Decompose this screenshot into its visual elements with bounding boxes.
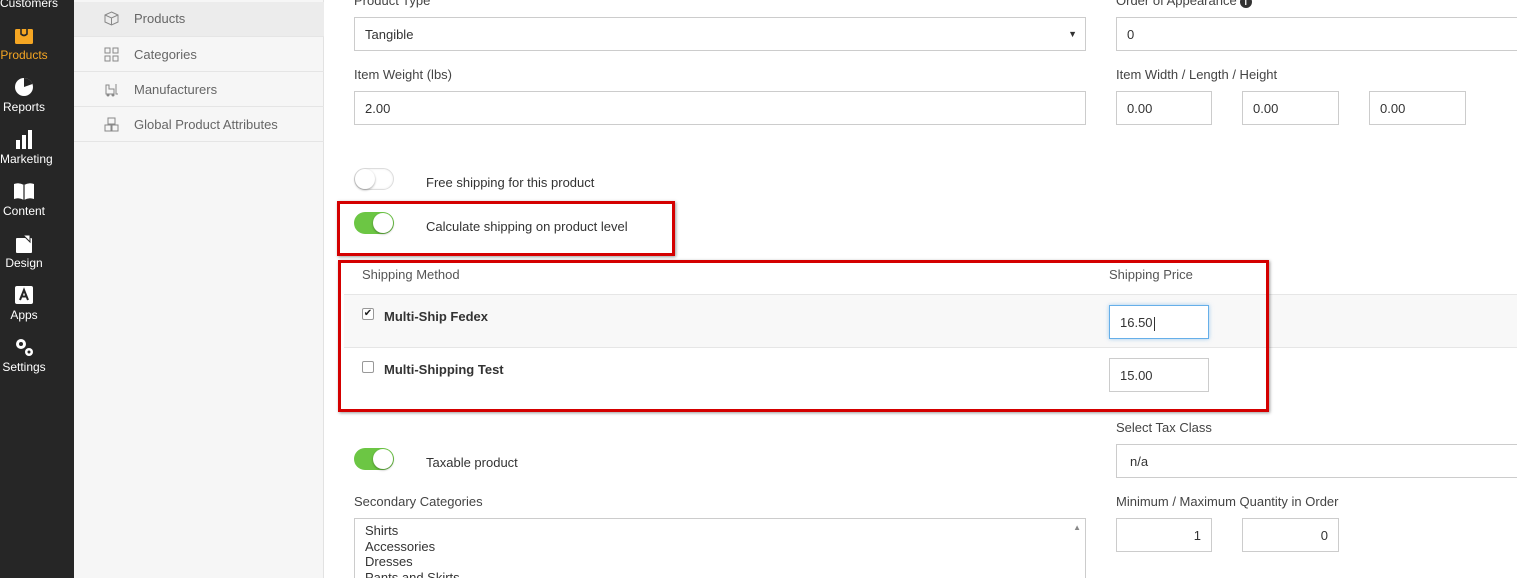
chevron-down-icon: ▼ xyxy=(1068,29,1077,39)
marketing-icon xyxy=(16,130,32,149)
submenu-item-label: Manufacturers xyxy=(134,82,218,97)
order-of-appearance-label: Order of Appearance i xyxy=(1116,0,1252,8)
products-submenu: Products Categories Manufacturers Global… xyxy=(74,0,324,578)
tax-class-select[interactable]: n/a xyxy=(1116,444,1517,478)
item-height-input[interactable]: 0.00 xyxy=(1369,91,1466,125)
info-icon[interactable]: i xyxy=(1239,0,1252,8)
products-icon xyxy=(15,29,33,44)
order-of-appearance-value: 0 xyxy=(1127,27,1135,42)
highlight-calc-shipping xyxy=(337,201,675,256)
item-length-input[interactable]: 0.00 xyxy=(1242,91,1339,125)
design-icon xyxy=(16,234,32,253)
toggle-knob xyxy=(373,449,393,469)
submenu-item-manufacturers[interactable]: Manufacturers xyxy=(74,72,324,107)
item-weight-label: Item Weight (lbs) xyxy=(354,67,453,82)
max-qty-input[interactable]: 0 xyxy=(1242,518,1339,552)
secondary-categories-listbox[interactable]: Shirts Accessories Dresses Pants and Ski… xyxy=(354,518,1086,578)
content-icon xyxy=(14,183,34,200)
main-nav: Customers Products Reports Marketing Con… xyxy=(0,0,74,578)
submenu-item-categories[interactable]: Categories xyxy=(74,37,324,72)
nav-item-label: Customers xyxy=(0,0,59,10)
taxable-label: Taxable product xyxy=(426,455,518,470)
nav-item-settings[interactable]: Settings xyxy=(0,336,48,374)
free-shipping-label: Free shipping for this product xyxy=(426,175,595,190)
list-item[interactable]: Accessories xyxy=(355,539,1085,555)
product-type-label: Product Type xyxy=(354,0,431,8)
min-max-qty-label: Minimum / Maximum Quantity in Order xyxy=(1116,494,1339,509)
nav-item-label: Settings xyxy=(2,360,46,374)
tax-class-value: n/a xyxy=(1130,454,1149,469)
apps-icon xyxy=(15,286,33,304)
nav-item-content[interactable]: Content xyxy=(0,180,48,218)
tax-class-label: Select Tax Class xyxy=(1116,420,1212,435)
nav-item-label: Design xyxy=(5,256,43,270)
submenu-item-global-attributes[interactable]: Global Product Attributes xyxy=(74,107,324,142)
nav-item-label: Apps xyxy=(10,308,38,322)
item-height-value: 0.00 xyxy=(1380,101,1406,116)
taxable-toggle[interactable] xyxy=(354,448,394,470)
nav-item-design[interactable]: Design xyxy=(0,232,48,270)
nav-item-label: Reports xyxy=(2,100,46,114)
item-length-value: 0.00 xyxy=(1253,101,1279,116)
list-item[interactable]: Shirts xyxy=(355,523,1085,539)
item-width-input[interactable]: 0.00 xyxy=(1116,91,1212,125)
order-of-appearance-input[interactable]: 0 xyxy=(1116,17,1517,51)
reports-icon xyxy=(15,77,33,96)
forklift-icon xyxy=(105,84,118,97)
nav-item-label: Marketing xyxy=(0,152,53,166)
secondary-categories-label: Secondary Categories xyxy=(354,494,483,509)
order-of-appearance-text: Order of Appearance xyxy=(1116,0,1237,8)
nav-item-customers[interactable]: Customers xyxy=(0,0,59,10)
item-width-value: 0.00 xyxy=(1127,101,1153,116)
list-item[interactable]: Pants and Skirts xyxy=(355,570,1085,578)
submenu-item-label: Products xyxy=(134,11,186,26)
max-qty-value: 0 xyxy=(1320,528,1328,543)
grid-icon xyxy=(104,47,119,62)
submenu-item-label: Global Product Attributes xyxy=(134,117,278,132)
highlight-shipping-table xyxy=(338,260,1269,412)
scroll-up-icon[interactable]: ▲ xyxy=(1073,523,1081,532)
free-shipping-toggle[interactable] xyxy=(354,168,394,190)
product-type-select[interactable]: Tangible ▼ xyxy=(354,17,1086,51)
toggle-knob xyxy=(355,169,375,189)
product-type-value: Tangible xyxy=(365,27,414,42)
min-qty-value: 1 xyxy=(1193,528,1201,543)
submenu-item-label: Categories xyxy=(134,47,197,62)
nav-item-marketing[interactable]: Marketing xyxy=(0,128,53,166)
boxes-icon xyxy=(104,117,119,132)
submenu-item-products[interactable]: Products xyxy=(74,2,324,37)
nav-item-apps[interactable]: Apps xyxy=(0,284,48,322)
nav-item-products[interactable]: Products xyxy=(0,24,48,62)
min-qty-input[interactable]: 1 xyxy=(1116,518,1212,552)
nav-item-reports[interactable]: Reports xyxy=(0,76,48,114)
nav-item-label: Products xyxy=(0,48,48,62)
item-weight-input[interactable]: 2.00 xyxy=(354,91,1086,125)
box-icon xyxy=(104,11,119,26)
dimensions-label: Item Width / Length / Height xyxy=(1116,67,1278,82)
list-item[interactable]: Dresses xyxy=(355,554,1085,570)
settings-icon xyxy=(16,339,33,356)
item-weight-value: 2.00 xyxy=(365,101,391,116)
nav-item-label: Content xyxy=(2,204,46,218)
